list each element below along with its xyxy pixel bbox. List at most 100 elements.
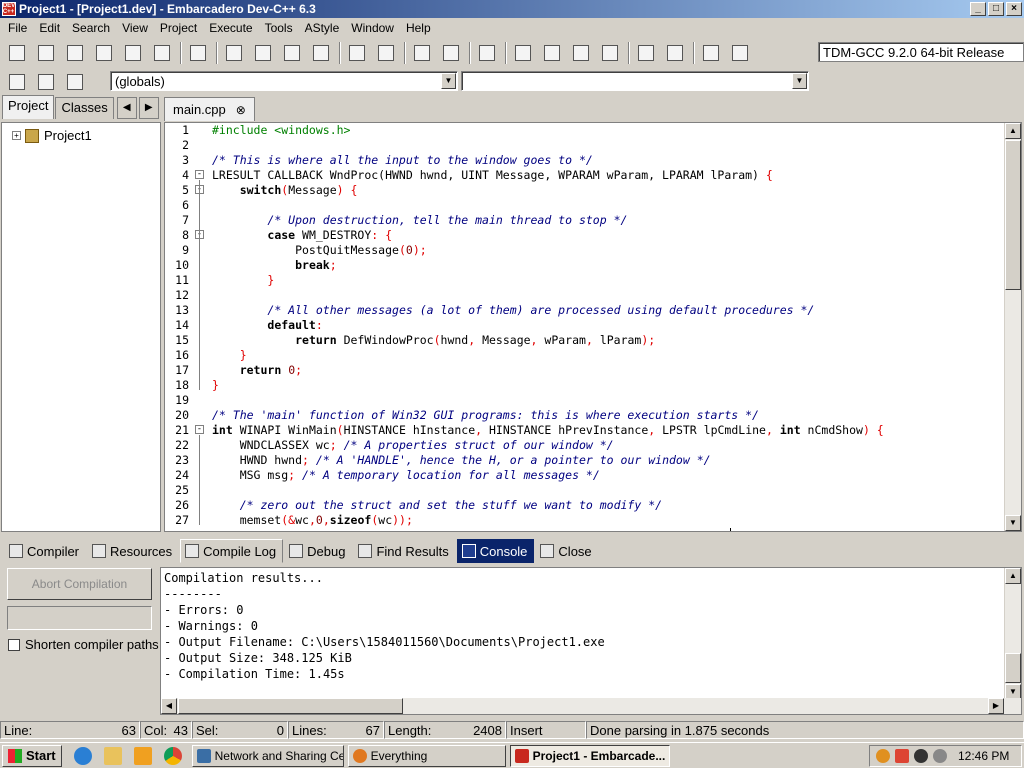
fold-toggle-icon[interactable]: -	[195, 170, 204, 179]
app-tray-icon[interactable]	[895, 749, 909, 763]
code-line[interactable]: 12	[165, 288, 1005, 303]
task-everything[interactable]: Everything	[347, 744, 506, 767]
media-tray-icon[interactable]	[914, 749, 928, 763]
toggle-bookmark-button[interactable]	[310, 42, 332, 64]
tree-item-project1[interactable]: + Project1	[12, 128, 92, 143]
code-line[interactable]: 9 PostQuitMessage(0);	[165, 243, 1005, 258]
scroll-down-icon[interactable]: ▼	[1005, 515, 1021, 531]
shorten-paths-checkbox[interactable]: Shorten compiler paths	[8, 637, 159, 652]
compiler-select[interactable]: TDM-GCC 9.2.0 64-bit Release	[818, 42, 1024, 62]
globals-select[interactable]: (globals) ▼	[110, 71, 458, 91]
code-line[interactable]: 17 return 0;	[165, 363, 1005, 378]
code-line[interactable]: 18}	[165, 378, 1005, 393]
maximize-button[interactable]: □	[988, 2, 1004, 16]
chevron-down-icon[interactable]: ▼	[441, 73, 456, 89]
save-all-button[interactable]	[93, 42, 115, 64]
close-all-button[interactable]	[151, 42, 173, 64]
menu-tools[interactable]: Tools	[259, 21, 299, 35]
code-line[interactable]: 2	[165, 138, 1005, 153]
editor-vertical-scrollbar[interactable]: ▲ ▼	[1004, 123, 1021, 531]
abort-compilation-button[interactable]: Abort Compilation	[7, 568, 152, 600]
code-line[interactable]: 20 /* The 'main' function of Win32 GUI pr…	[165, 408, 1005, 423]
goto-definition-button[interactable]	[64, 71, 86, 93]
chevron-down-icon[interactable]: ▼	[792, 73, 807, 89]
menu-help[interactable]: Help	[400, 21, 437, 35]
scroll-up-icon[interactable]: ▲	[1005, 123, 1021, 139]
code-line[interactable]: 16 }	[165, 348, 1005, 363]
code-line[interactable]: 24 MSG msg; /* A temporary location for …	[165, 468, 1005, 483]
chrome-icon[interactable]	[163, 746, 182, 765]
window-button[interactable]	[541, 42, 563, 64]
open-button[interactable]	[35, 42, 57, 64]
layout-button[interactable]	[599, 42, 621, 64]
tab-debug[interactable]: Debug	[284, 539, 352, 563]
goto-declaration-button[interactable]	[35, 71, 57, 93]
log-vertical-scrollbar[interactable]: ▲ ▼	[1004, 568, 1021, 700]
scroll-thumb[interactable]	[178, 698, 403, 714]
scroll-right-icon[interactable]: ▶	[988, 698, 1004, 714]
close-tab-icon[interactable]: ⊗	[236, 99, 246, 121]
start-button[interactable]: Start	[2, 744, 62, 767]
save-button[interactable]	[64, 42, 86, 64]
code-line[interactable]: 25	[165, 483, 1005, 498]
scroll-thumb[interactable]	[1005, 653, 1021, 683]
insert-button[interactable]	[6, 71, 28, 93]
compile-button[interactable]	[476, 42, 498, 64]
clock[interactable]: 12:46 PM	[958, 749, 1009, 763]
members-select[interactable]: ▼	[461, 71, 809, 91]
profile-button[interactable]	[700, 42, 722, 64]
media-player-icon[interactable]	[133, 746, 152, 765]
internet-explorer-icon[interactable]	[73, 746, 92, 765]
tab-resources[interactable]: Resources	[87, 539, 179, 563]
search-tray-icon[interactable]	[876, 749, 890, 763]
tab-next-arrow-icon[interactable]: ▶	[138, 97, 159, 119]
log-horizontal-scrollbar[interactable]: ◀ ▶	[161, 698, 1021, 714]
menu-execute[interactable]: Execute	[203, 21, 258, 35]
replace-button[interactable]	[252, 42, 274, 64]
code-line[interactable]: 8- case WM_DESTROY: {	[165, 228, 1005, 243]
tab-find-results[interactable]: Find Results	[353, 539, 455, 563]
tab-project[interactable]: Project	[2, 95, 55, 119]
unindent-button[interactable]	[440, 42, 462, 64]
indent-button[interactable]	[411, 42, 433, 64]
code-line[interactable]: 1 #include <windows.h>	[165, 123, 1005, 138]
menu-astyle[interactable]: AStyle	[299, 21, 346, 35]
goto-button[interactable]	[281, 42, 303, 64]
folder-icon[interactable]	[103, 746, 122, 765]
scroll-left-icon[interactable]: ◀	[161, 698, 177, 714]
print-button[interactable]	[187, 42, 209, 64]
code-line[interactable]: 27 memset(&wc,0,sizeof(wc));	[165, 513, 1005, 528]
code-line[interactable]: 6	[165, 198, 1005, 213]
code-line[interactable]: 4- LRESULT CALLBACK WndProc(HWND hwnd, UI…	[165, 168, 1005, 183]
close-button[interactable]: ×	[1006, 2, 1022, 16]
undo-button[interactable]	[346, 42, 368, 64]
stop-button[interactable]	[664, 42, 686, 64]
menu-project[interactable]: Project	[154, 21, 203, 35]
code-editor[interactable]: 1 #include <windows.h> 2 3 /* This is where …	[164, 122, 1022, 532]
menu-window[interactable]: Window	[345, 21, 400, 35]
code-line[interactable]: 19	[165, 393, 1005, 408]
expand-icon[interactable]: +	[12, 131, 21, 140]
code-line[interactable]: 3 /* This is where all the input to the w…	[165, 153, 1005, 168]
menu-file[interactable]: File	[2, 21, 33, 35]
compile-log-output[interactable]: Compilation results... -------- - Errors…	[160, 567, 1022, 715]
code-line[interactable]: 26 /* zero out the struct and set the st…	[165, 498, 1005, 513]
code-line[interactable]: 10 break;	[165, 258, 1005, 273]
palette-button[interactable]	[570, 42, 592, 64]
redo-button[interactable]	[375, 42, 397, 64]
code-line[interactable]: 11 }	[165, 273, 1005, 288]
code-line[interactable]: 5- switch(Message) {	[165, 183, 1005, 198]
scroll-up-icon[interactable]: ▲	[1005, 568, 1021, 584]
close-file-button[interactable]	[122, 42, 144, 64]
code-line[interactable]: 7 /* Upon destruction, tell the main thr…	[165, 213, 1005, 228]
scroll-thumb[interactable]	[1005, 140, 1021, 290]
task-network-sharing[interactable]: Network and Sharing Ce...	[191, 744, 344, 767]
code-line[interactable]: 13 /* All other messages (a lot of them)…	[165, 303, 1005, 318]
check-syntax-button[interactable]	[635, 42, 657, 64]
menu-view[interactable]: View	[116, 21, 154, 35]
editor-tab-main-cpp[interactable]: main.cpp ⊗	[164, 97, 255, 121]
menu-edit[interactable]: Edit	[33, 21, 66, 35]
minimize-button[interactable]: _	[970, 2, 986, 16]
fold-toggle-icon[interactable]: -	[195, 425, 204, 434]
tab-classes[interactable]: Classes	[55, 97, 114, 119]
